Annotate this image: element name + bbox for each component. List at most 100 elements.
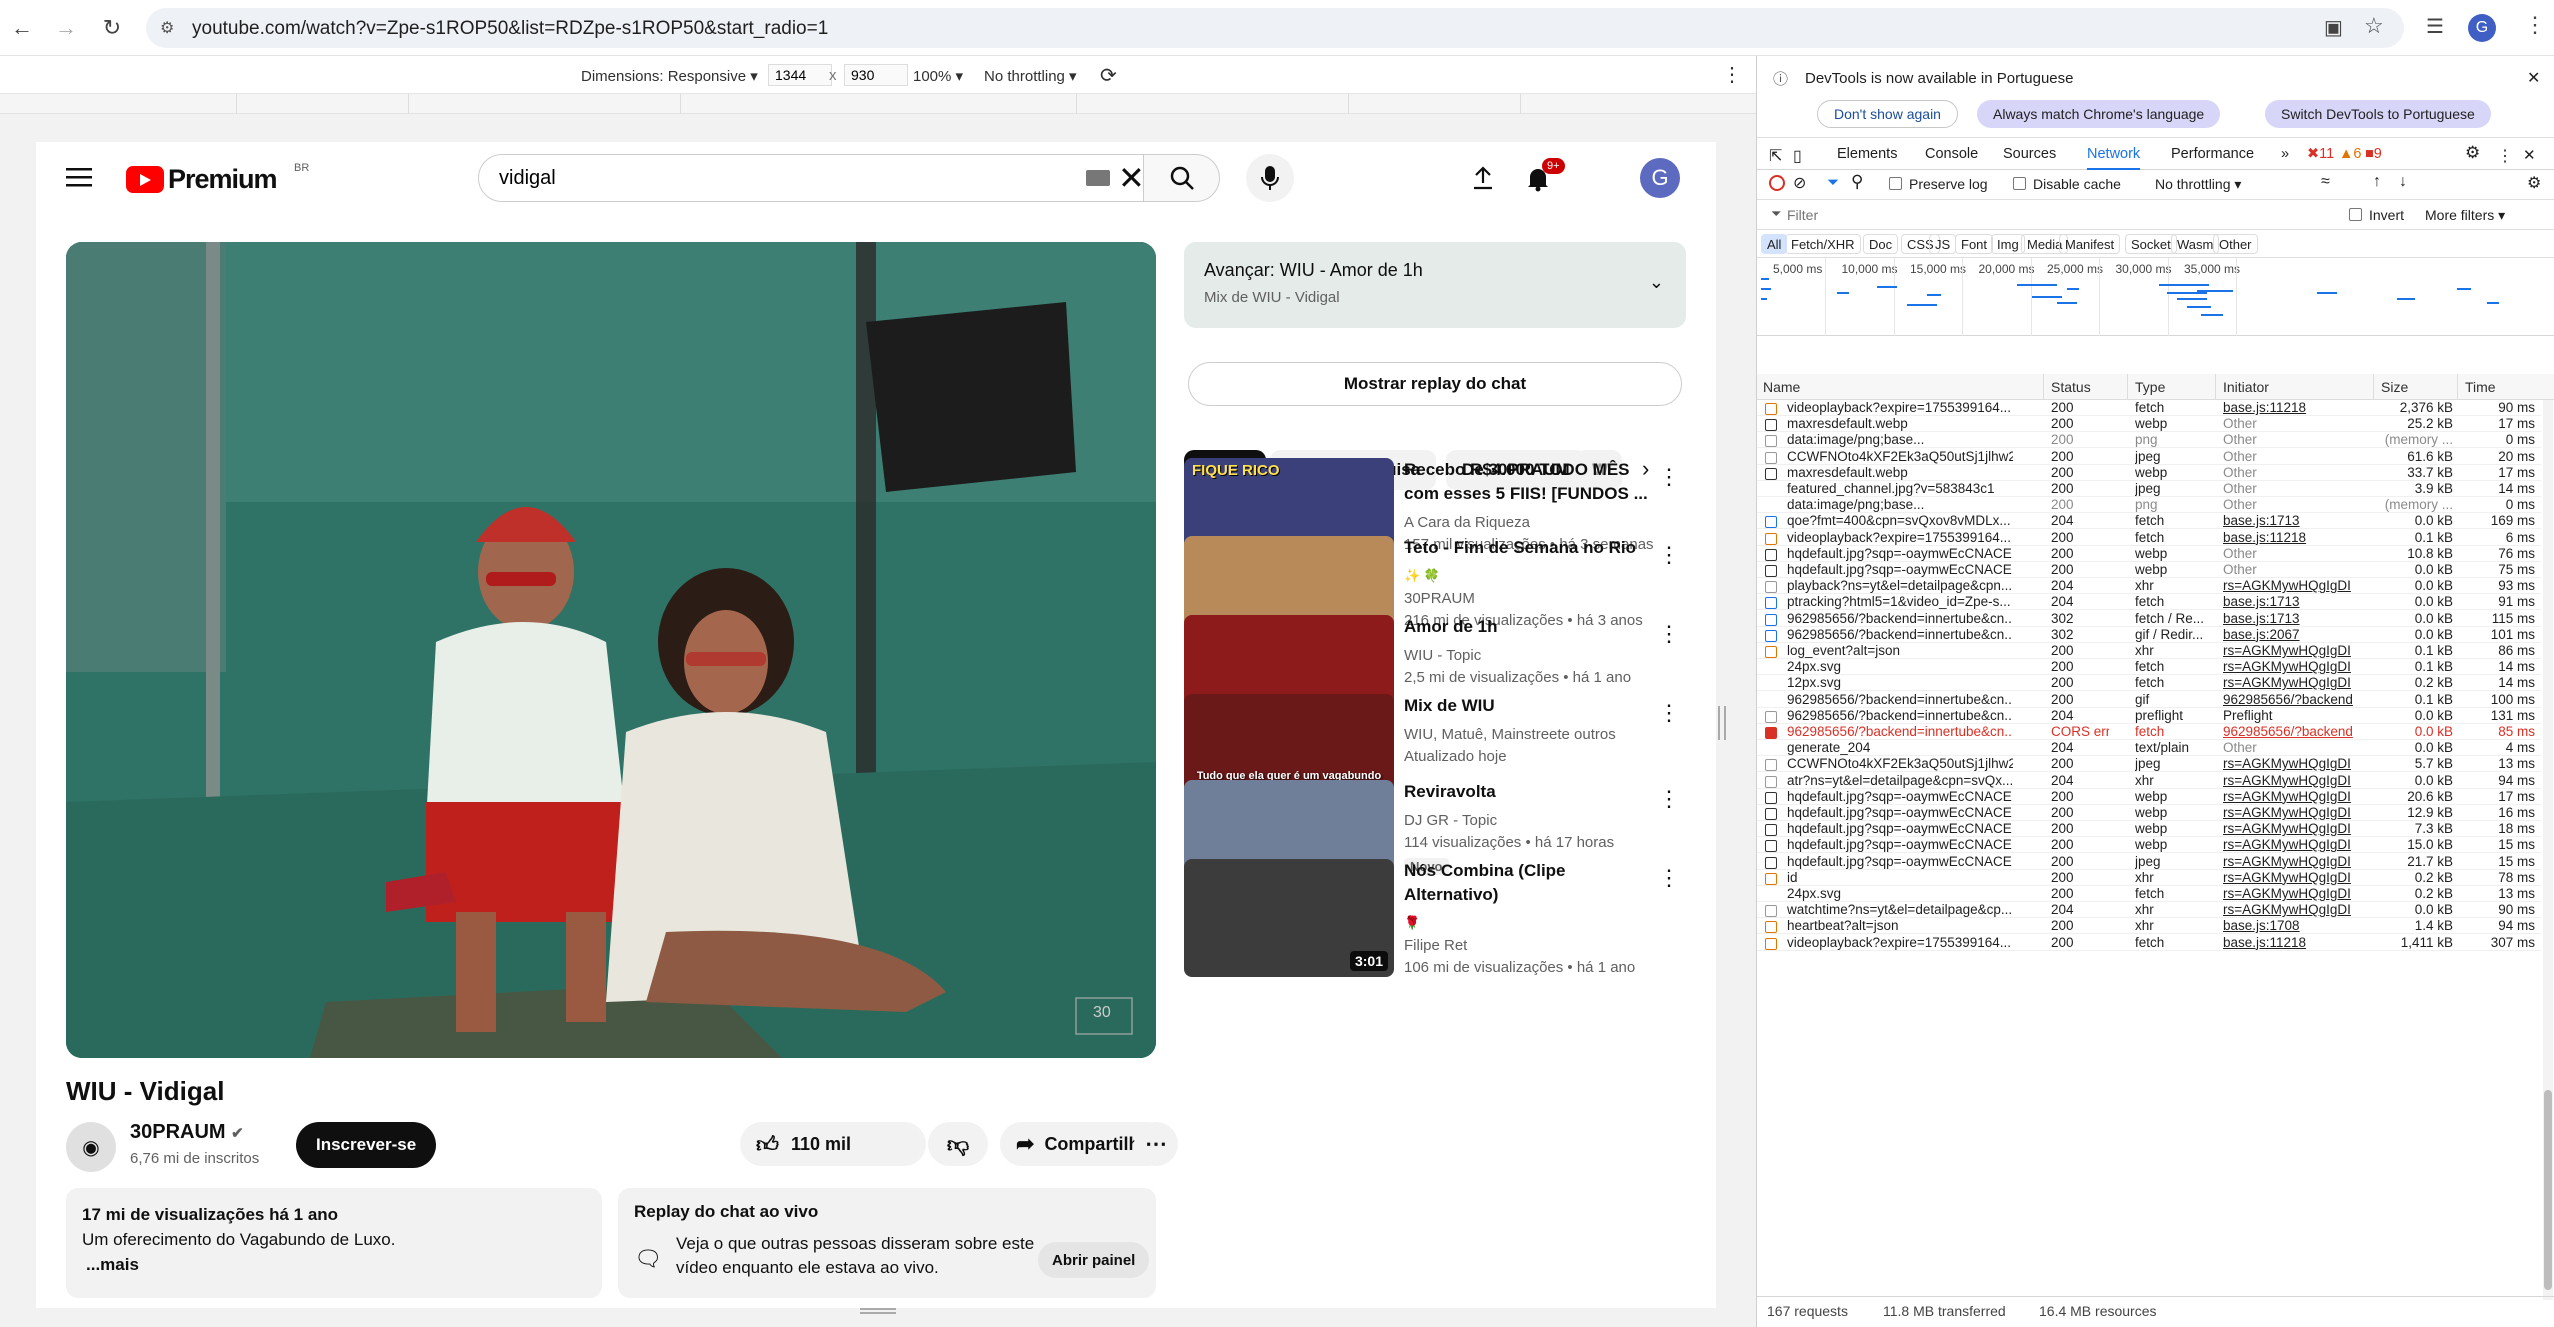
table-row[interactable]: 962985656/?backend=innertube&cn... 200 gif… <box>1757 692 2541 708</box>
export-har-icon[interactable]: ↓ <box>2399 173 2407 191</box>
request-initiator[interactable]: rs=AGKMywHQgIgDI <box>2223 773 2363 788</box>
tab-sources[interactable]: Sources <box>2003 146 2056 162</box>
match-language-button[interactable]: Always match Chrome's language <box>1977 100 2221 128</box>
more-options-icon[interactable]: ⋮ <box>1658 621 1680 647</box>
request-initiator[interactable]: rs=AGKMywHQgIgDI <box>2223 870 2363 885</box>
more-options-icon[interactable]: ⋮ <box>1658 542 1680 568</box>
table-row[interactable]: hqdefault.jpg?sqp=-oaymwEcCNACE... 200 jpe… <box>1757 854 2541 870</box>
more-options-icon[interactable]: ⋮ <box>1658 464 1680 490</box>
dislike-button[interactable]: 👎︎ <box>928 1122 988 1166</box>
devtools-menu-icon[interactable]: ⋮ <box>2497 146 2513 166</box>
network-overview-timeline[interactable]: 5,000 ms 10,000 ms 15,000 ms 20,000 ms 25,00… <box>1757 258 2554 336</box>
video-title[interactable]: Recebo R$4.000 TODO MÊS com esses 5 FIIS… <box>1404 458 1654 506</box>
device-toggle-icon[interactable]: ▯ <box>1793 146 1802 166</box>
forward-icon[interactable]: → <box>50 12 82 44</box>
channel-avatar[interactable]: ◉ <box>66 1122 116 1172</box>
column-header-time[interactable]: Time <box>2465 379 2496 395</box>
hamburger-menu-icon[interactable] <box>66 166 92 188</box>
table-row[interactable]: CCWFNOto4kXF2Ek3aQ50utSj1jlhw2... 200 jpeg… <box>1757 449 2541 465</box>
type-filter-all[interactable]: All <box>1761 234 1788 254</box>
request-initiator[interactable]: rs=AGKMywHQgIgDI <box>2223 821 2363 836</box>
more-options-icon[interactable]: ⋮ <box>1658 786 1680 812</box>
voice-search-button[interactable] <box>1246 154 1294 202</box>
request-initiator[interactable]: rs=AGKMywHQgIgDI <box>2223 886 2363 901</box>
search-input[interactable] <box>478 154 1144 202</box>
request-initiator[interactable]: rs=AGKMywHQgIgDI <box>2223 659 2363 674</box>
dimensions-select[interactable]: Dimensions: Responsive ▾ <box>581 67 758 85</box>
recommendation-item[interactable]: 3:01 Nós Combina (Clipe Alternativo) 🌹 Fili… <box>1184 859 1686 979</box>
youtube-premium-logo[interactable]: Premium BR <box>126 162 309 195</box>
table-row[interactable]: hqdefault.jpg?sqp=-oaymwEcCNACE... 200 web… <box>1757 805 2541 821</box>
media-controls-icon[interactable]: ☰ <box>2426 14 2444 39</box>
column-header-name[interactable]: Name <box>1763 379 1800 395</box>
preserve-log-checkbox[interactable] <box>1889 177 1902 190</box>
request-initiator[interactable]: rs=AGKMywHQgIgDI <box>2223 837 2363 852</box>
request-initiator[interactable]: base.js:2067 <box>2223 627 2363 642</box>
scrollbar-thumb[interactable] <box>2544 1090 2552 1290</box>
clear-search-icon[interactable]: ✕ <box>1118 162 1145 194</box>
record-icon[interactable] <box>1769 175 1785 191</box>
up-next-card[interactable]: Avançar: WIU - Amor de 1h Mix de WIU - V… <box>1184 242 1686 328</box>
column-header-type[interactable]: Type <box>2135 379 2165 395</box>
device-more-icon[interactable]: ⋮ <box>1722 62 1742 87</box>
table-row[interactable]: atr?ns=yt&el=detailpage&cpn=svQx... 204 xh… <box>1757 773 2541 789</box>
site-info-icon[interactable]: ⚙ <box>160 18 174 38</box>
inspect-element-icon[interactable]: ⇱ <box>1769 146 1782 166</box>
request-initiator[interactable]: base.js:11218 <box>2223 530 2363 545</box>
column-header-initiator[interactable]: Initiator <box>2223 379 2269 395</box>
subscribe-button[interactable]: Inscrever-se <box>296 1122 437 1168</box>
errors-count[interactable]: ✖11 <box>2307 146 2334 162</box>
type-filter-fetchxhr[interactable]: Fetch/XHR <box>1785 234 1861 254</box>
table-row[interactable]: 24px.svg 200 fetch rs=AGKMywHQgIgDI 0.1 kB 14… <box>1757 659 2541 676</box>
table-row[interactable]: 962985656/?backend=innertube&cn... 302 fet… <box>1757 611 2541 627</box>
resize-handle[interactable] <box>1718 706 1726 740</box>
type-filter-img[interactable]: Img <box>1991 234 2025 254</box>
request-initiator[interactable]: base.js:1713 <box>2223 594 2363 609</box>
table-row[interactable]: heartbeat?alt=json 200 xhr base.js:1708 1.4 … <box>1757 918 2541 935</box>
open-panel-button[interactable]: Abrir painel <box>1038 1242 1150 1278</box>
channel-name[interactable]: DJ GR - Topic <box>1404 812 1497 829</box>
show-chat-replay-button[interactable]: Mostrar replay do chat <box>1188 362 1682 406</box>
filter-icon[interactable]: ⏷ <box>1827 174 1839 191</box>
type-filter-font[interactable]: Font <box>1955 234 1994 254</box>
description-box[interactable]: 17 mi de visualizações há 1 ano Um ofere… <box>66 1188 602 1298</box>
dont-show-button[interactable]: Don't show again <box>1817 100 1958 128</box>
switch-portuguese-button[interactable]: Switch DevTools to Portuguese <box>2265 100 2491 128</box>
tab-network[interactable]: Network <box>2087 146 2141 170</box>
request-initiator[interactable]: base.js:11218 <box>2223 935 2363 950</box>
video-player[interactable]: 30 <box>66 242 1156 1058</box>
issues-count[interactable]: ■9 <box>2365 146 2382 162</box>
like-button[interactable]: 👍︎ 110 mil <box>740 1122 926 1166</box>
import-har-icon[interactable]: ↑ <box>2373 173 2381 191</box>
bookmark-star-icon[interactable]: ☆ <box>2364 13 2384 39</box>
table-row[interactable]: data:image/png;base... 200 png Other (memory… <box>1757 497 2541 514</box>
more-tabs-icon[interactable]: » <box>2281 146 2289 162</box>
height-input[interactable] <box>844 64 908 86</box>
throttle-select[interactable]: No throttling ▾ <box>984 67 1077 85</box>
tab-elements[interactable]: Elements <box>1837 146 1897 162</box>
install-app-icon[interactable]: ▣ <box>2324 15 2343 40</box>
menu-kebab-icon[interactable]: ⋮ <box>2524 12 2546 38</box>
channel-name[interactable]: 30PRAUM <box>1404 590 1475 607</box>
table-row[interactable]: hqdefault.jpg?sqp=-oaymwEcCNACE... 200 web… <box>1757 789 2541 805</box>
video-title[interactable]: Teto - Fim de Semana no Rio <box>1404 536 1654 560</box>
invert-checkbox[interactable] <box>2349 208 2362 221</box>
tab-performance[interactable]: Performance <box>2171 146 2254 162</box>
disable-cache-checkbox[interactable] <box>2013 177 2026 190</box>
request-initiator[interactable]: base.js:1713 <box>2223 513 2363 528</box>
table-row[interactable]: maxresdefault.webp 200 webp Other 33.7 kB 17 … <box>1757 465 2541 481</box>
channel-name[interactable]: WIU, Matuê, Mainstreete outros <box>1404 726 1616 743</box>
thumbnail[interactable]: 3:01 <box>1184 859 1394 977</box>
table-row[interactable]: videoplayback?expire=1755399164... 200 fet… <box>1757 400 2541 416</box>
table-scrollbar[interactable] <box>2543 400 2553 1300</box>
channel-name[interactable]: Filipe Ret <box>1404 937 1467 954</box>
table-row[interactable]: hqdefault.jpg?sqp=-oaymwEcCNACE... 200 web… <box>1757 821 2541 838</box>
table-row[interactable]: 24px.svg 200 fetch rs=AGKMywHQgIgDI 0.2 kB 13… <box>1757 886 2541 902</box>
tab-console[interactable]: Console <box>1925 146 1978 162</box>
more-options-icon[interactable]: ⋮ <box>1658 700 1680 726</box>
search-button[interactable] <box>1144 154 1220 202</box>
close-devtools-icon[interactable]: ✕ <box>2523 146 2536 164</box>
filter-input[interactable] <box>1787 205 2087 225</box>
request-initiator[interactable]: rs=AGKMywHQgIgDI <box>2223 756 2363 771</box>
type-filter-socket[interactable]: Socket <box>2125 234 2177 254</box>
